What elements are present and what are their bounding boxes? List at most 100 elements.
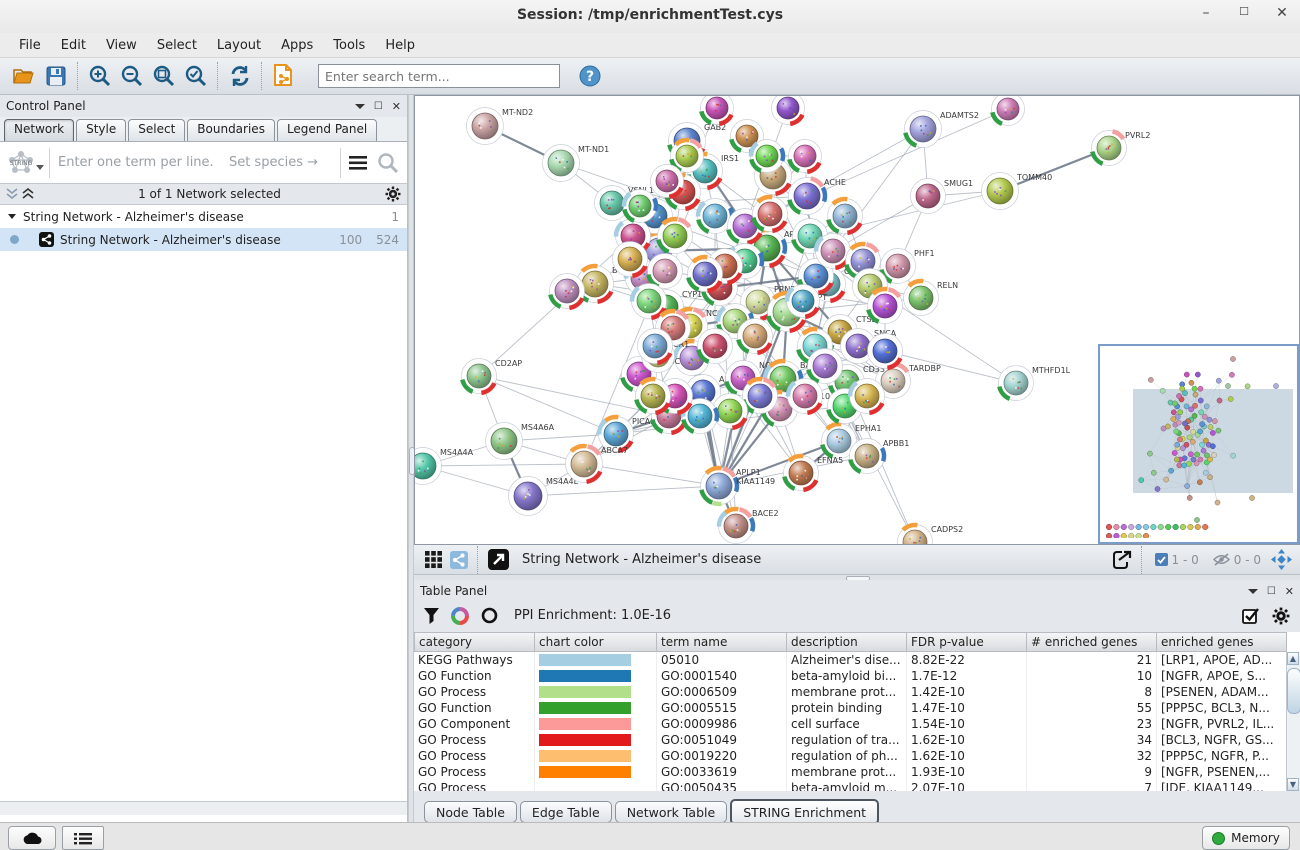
protein-node[interactable] — [698, 329, 733, 364]
protein-node[interactable] — [753, 197, 788, 232]
remove-ring-icon[interactable] — [481, 607, 498, 624]
zoom-in-button[interactable] — [84, 61, 116, 91]
column-header--enriched-genes[interactable]: # enriched genes — [1027, 632, 1157, 652]
protein-node[interactable] — [613, 242, 648, 277]
zoom-fit-button[interactable] — [148, 61, 180, 91]
table-row[interactable]: GO FunctionGO:0001540beta-amyloid bi...1… — [414, 668, 1300, 684]
protein-node-pvrl2[interactable]: PVRL2 — [1092, 131, 1151, 166]
tab-network-table[interactable]: Network Table — [615, 801, 728, 823]
set-species-link[interactable]: Set species → — [229, 155, 318, 170]
menu-edit[interactable]: Edit — [52, 35, 95, 56]
protein-node[interactable] — [698, 199, 733, 234]
network-from-file-button[interactable] — [268, 61, 300, 91]
protein-node[interactable] — [808, 349, 843, 384]
table-row[interactable]: GO ProcessGO:0019220regulation of ph...1… — [414, 748, 1300, 764]
birdseye-view[interactable] — [1098, 344, 1299, 544]
menu-apps[interactable]: Apps — [272, 35, 322, 56]
enrichment-settings-icon[interactable] — [1272, 607, 1290, 625]
network-list-settings-icon[interactable] — [385, 186, 401, 202]
protein-node[interactable] — [658, 219, 693, 254]
protein-node[interactable] — [743, 379, 778, 414]
protein-node[interactable] — [651, 165, 684, 198]
column-header-term-name[interactable]: term name — [657, 632, 787, 652]
protein-node-tomm40[interactable]: TOMM40 — [982, 173, 1053, 210]
table-scrollbar[interactable]: ▲ ▼ — [1286, 652, 1300, 791]
scroll-up-icon[interactable]: ▲ — [1287, 652, 1299, 665]
network-collection-row[interactable]: String Network - Alzheimer's disease 1 — [0, 205, 407, 228]
panel-menu-icon[interactable] — [355, 102, 365, 110]
menu-view[interactable]: View — [97, 35, 146, 56]
tab-boundaries[interactable]: Boundaries — [187, 119, 275, 141]
scroll-down-icon[interactable]: ▼ — [1287, 778, 1299, 791]
protein-node[interactable] — [701, 96, 734, 125]
tree-expand-icon[interactable] — [8, 213, 17, 220]
close-button[interactable]: ✕ — [1274, 5, 1290, 21]
table-row[interactable]: GO FunctionGO:0005515protein binding1.47… — [414, 700, 1300, 716]
protein-node-aplp1[interactable]: APLP1KIAA1149 — [701, 468, 776, 505]
protein-node-phf1[interactable]: PHF1 — [881, 249, 935, 284]
column-header-fdr-p-value[interactable]: FDR p-value — [907, 632, 1027, 652]
detach-view-button[interactable] — [484, 545, 512, 575]
menu-layout[interactable]: Layout — [208, 35, 270, 56]
table-row[interactable]: GO ProcessGO:0033619membrane prot...1.93… — [414, 764, 1300, 780]
string-source-dropdown-icon[interactable] — [36, 164, 45, 171]
table-row[interactable]: GO ProcessGO:0050435beta-amyloid m...2.0… — [414, 780, 1300, 791]
memory-button[interactable]: Memory — [1202, 826, 1290, 850]
protein-node[interactable] — [816, 234, 851, 269]
float-panel-icon[interactable]: ☐ — [374, 101, 383, 112]
network-view-button[interactable] — [446, 545, 472, 575]
menu-file[interactable]: File — [10, 35, 50, 56]
tab-legend-panel[interactable]: Legend Panel — [277, 119, 377, 141]
select-columns-icon[interactable] — [1242, 607, 1260, 625]
table-row[interactable]: GO ProcessGO:0006509membrane prot...1.42… — [414, 684, 1300, 700]
collapse-all-icon[interactable] — [6, 188, 18, 200]
search-input[interactable] — [318, 64, 560, 88]
tab-edge-table[interactable]: Edge Table — [520, 801, 612, 823]
protein-node[interactable] — [868, 334, 903, 369]
protein-node[interactable] — [738, 319, 773, 354]
menu-help[interactable]: Help — [376, 35, 424, 56]
grid-view-button[interactable] — [420, 545, 446, 575]
protein-node[interactable] — [992, 96, 1025, 126]
column-header-enriched-genes[interactable]: enriched genes — [1157, 632, 1287, 652]
tab-node-table[interactable]: Node Table — [424, 801, 517, 823]
protein-node[interactable] — [828, 199, 863, 234]
protein-node[interactable] — [751, 140, 784, 173]
menu-tools[interactable]: Tools — [324, 35, 374, 56]
table-row[interactable]: GO ComponentGO:0009986cell surface1.54E-… — [414, 716, 1300, 732]
protein-node[interactable] — [788, 379, 823, 414]
protein-node[interactable] — [688, 257, 723, 292]
scroll-thumb[interactable] — [1287, 668, 1300, 714]
protein-node[interactable] — [624, 190, 657, 223]
protein-node[interactable] — [636, 379, 671, 414]
zoom-selected-button[interactable] — [180, 61, 212, 91]
chart-color-ring-icon[interactable] — [451, 607, 469, 625]
string-options-menu-icon[interactable] — [349, 155, 367, 171]
column-header-category[interactable]: category — [414, 632, 535, 652]
save-session-button[interactable] — [40, 61, 72, 91]
column-header-description[interactable]: description — [787, 632, 907, 652]
tab-network[interactable]: Network — [4, 119, 74, 141]
protein-node[interactable] — [868, 289, 903, 324]
string-search-icon[interactable] — [377, 152, 401, 174]
protein-node[interactable] — [787, 285, 820, 318]
task-history-button[interactable] — [62, 826, 104, 850]
zoom-out-button[interactable] — [116, 61, 148, 91]
float-panel-icon[interactable]: ☐ — [1267, 586, 1276, 597]
protein-node-apbb1[interactable]: APBB1 — [850, 439, 910, 474]
protein-node[interactable] — [550, 274, 585, 309]
export-network-button[interactable] — [1106, 545, 1136, 575]
string-query-input[interactable]: Enter one term per line. — [58, 155, 229, 170]
protein-node[interactable] — [638, 329, 673, 364]
panel-menu-icon[interactable] — [1248, 587, 1258, 595]
filter-icon[interactable] — [424, 608, 439, 624]
cloud-tasks-button[interactable] — [8, 826, 56, 850]
help-button[interactable]: ? — [574, 61, 606, 91]
protein-node-bace2[interactable]: BACE2 — [719, 509, 779, 544]
protein-node-efna5[interactable]: EFNA5 — [784, 456, 844, 491]
protein-node[interactable] — [850, 379, 885, 414]
protein-node-smug1[interactable]: SMUG1 — [911, 179, 974, 214]
protein-node-abca7[interactable]: ABCA7 — [566, 446, 628, 483]
table-row[interactable]: GO ProcessGO:0051049regulation of tra...… — [414, 732, 1300, 748]
open-file-button[interactable] — [8, 61, 40, 91]
